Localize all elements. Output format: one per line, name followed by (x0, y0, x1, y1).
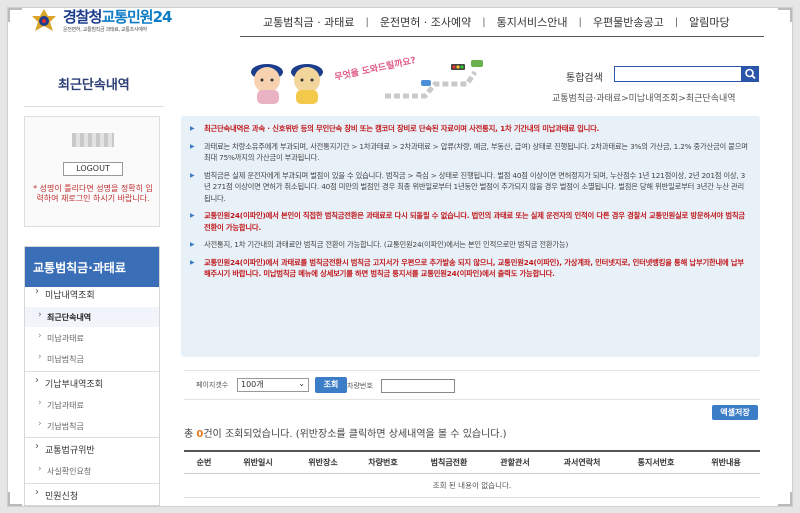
nav-returned-mail[interactable]: 우편물반송공고 (582, 14, 675, 30)
col-vehicle: 차량번호 (368, 458, 398, 467)
col-violation: 위반내용 (711, 458, 741, 467)
sidebar-item-fact-check[interactable]: 사실확인요청 (25, 461, 159, 481)
illustration-speech: 무엇을 도와드릴까요? (333, 54, 417, 83)
logo-subtitle: 운전면허, 교통범칙금 과태료, 교통조사예약 (63, 27, 147, 33)
frame-corner (8, 492, 22, 506)
filter-row: 페이지갯수 100개 ⌄ 조회 차량번호 (184, 370, 760, 400)
col-office: 관할관서 (500, 458, 530, 467)
info-item: 교통민원24(이파인)에서 과태료를 범칙금전환시 범칙금 고지서가 우편으로 … (190, 257, 750, 280)
logo-police: 경찰청 (63, 8, 102, 26)
vehicle-number-input[interactable] (381, 379, 455, 393)
excel-save-button[interactable]: 엑셀저장 (712, 405, 758, 420)
info-item: 범칙금은 실제 운전자에게 부과되며 벌점이 있을 수 있습니다. 범칙금 > … (190, 170, 750, 205)
sidebar-item-unpaid-penalty[interactable]: 미납범칙금 (25, 349, 159, 369)
breadcrumb: 교통범칙금·과태료>미납내역조회>최근단속내역 (552, 94, 736, 104)
top-navigation: 교통범칙금 · 과태료 | 운전면허 · 조사예약 | 통지서비스안내 | 우편… (252, 14, 741, 30)
result-prefix: 총 (184, 429, 197, 440)
info-panel: 최근단속내역은 과속 · 신호위반 등의 무인단속 장비 또는 캠코더 장비로 … (181, 116, 760, 357)
sidebar-item-petition[interactable]: 민원신청 (25, 483, 159, 505)
search-label: 통합검색 (566, 73, 603, 84)
police-emblem-icon (32, 9, 56, 31)
nav-fines[interactable]: 교통범칙금 · 과태료 (252, 14, 365, 30)
nav-license[interactable]: 운전면허 · 조사예약 (369, 14, 482, 30)
frame-corner (8, 8, 22, 22)
sidebar-item-recent[interactable]: 최근단속내역 (25, 307, 159, 327)
sidebar-item-unpaid-fine[interactable]: 미납과태료 (25, 328, 159, 348)
logo-title: 경찰청교통민원24 (63, 6, 172, 27)
frame-corner (778, 492, 792, 506)
search-input[interactable] (614, 66, 742, 82)
search-button[interactable] (742, 66, 759, 82)
chevron-down-icon: ⌄ (298, 379, 305, 388)
results-table-header: 순번 위반일시 위반장소 차량번호 범칙금전환 관할관서 과서연락처 통지서번호… (184, 450, 760, 474)
sidebar-item-paid-fine[interactable]: 기납과태료 (25, 395, 159, 415)
search-icon (745, 68, 756, 80)
sidebar-item-paid[interactable]: 기납부내역조회 (25, 371, 159, 393)
col-contact: 과서연락처 (563, 458, 601, 467)
result-suffix: 건이 조회되었습니다. (위반장소를 클릭하면 상세내역을 볼 수 있습니다.) (203, 429, 507, 440)
site-logo[interactable]: 경찰청교통민원24 운전면허, 교통범칙금 과태료, 교통조사예약 (30, 6, 200, 42)
nav-notice-board[interactable]: 알림마당 (678, 14, 740, 30)
page-count-select[interactable]: 100개 ⌄ (237, 378, 309, 392)
login-note: * 성명이 틀리다면 성명을 정확히 입력하여 재로그인 하시기 바랍니다. (33, 184, 153, 203)
info-item: 교통민원24(이파인)에서 본인이 직접한 범칙금전환은 과태료로 다시 되돌릴… (190, 210, 750, 233)
user-name-blurred (72, 133, 114, 147)
info-item: 과태료는 차량소유주에게 부과되며, 사전통지기간 > 1차과태료 > 2차과태… (190, 141, 750, 164)
result-count: 총 0건이 조회되었습니다. (위반장소를 클릭하면 상세내역을 볼 수 있습니… (184, 425, 507, 440)
sidebar-header: 교통범칙금·과태료 (25, 247, 159, 287)
sidebar: 교통범칙금·과태료 미납내역조회 최근단속내역 미납과태료 미납범칙금 기납부내… (24, 246, 160, 506)
header-divider (240, 36, 764, 37)
col-convert: 범칙금전환 (430, 458, 468, 467)
col-datetime: 위반일시 (243, 458, 273, 467)
police-mascot-illustration: 무엇을 도와드릴까요? (251, 54, 483, 104)
col-notice-no: 통지서번호 (637, 458, 675, 467)
sidebar-item-violation[interactable]: 교통법규위반 (25, 437, 159, 459)
page-count-label: 페이지갯수 (196, 381, 229, 389)
info-item: 사전통지, 1차 기간내의 과태료만 범칙금 전환이 가능합니다. (교통민원2… (190, 239, 750, 251)
vehicle-number-label: 차량번호 (347, 382, 373, 390)
title-divider (24, 106, 164, 107)
sidebar-item-paid-penalty[interactable]: 기납범칙금 (25, 416, 159, 436)
logo-service: 교통민원24 (101, 8, 172, 26)
logout-button[interactable]: LOGOUT (63, 162, 123, 176)
frame-corner (778, 8, 792, 22)
page-count-value: 100개 (241, 380, 264, 389)
page-title: 최근단속내역 (58, 78, 130, 93)
login-box: LOGOUT * 성명이 틀리다면 성명을 정확히 입력하여 재로그인 하시기 … (24, 116, 160, 227)
sidebar-item-unpaid[interactable]: 미납내역조회 (25, 283, 159, 305)
col-location: 위반장소 (308, 458, 338, 467)
col-no: 순번 (196, 458, 212, 467)
info-item: 최근단속내역은 과속 · 신호위반 등의 무인단속 장비 또는 캠코더 장비로 … (190, 123, 750, 135)
nav-notice-service[interactable]: 통지서비스안내 (486, 14, 579, 30)
empty-table-message: 조회 된 내용이 없습니다. (184, 474, 760, 498)
query-button[interactable]: 조회 (315, 377, 347, 393)
